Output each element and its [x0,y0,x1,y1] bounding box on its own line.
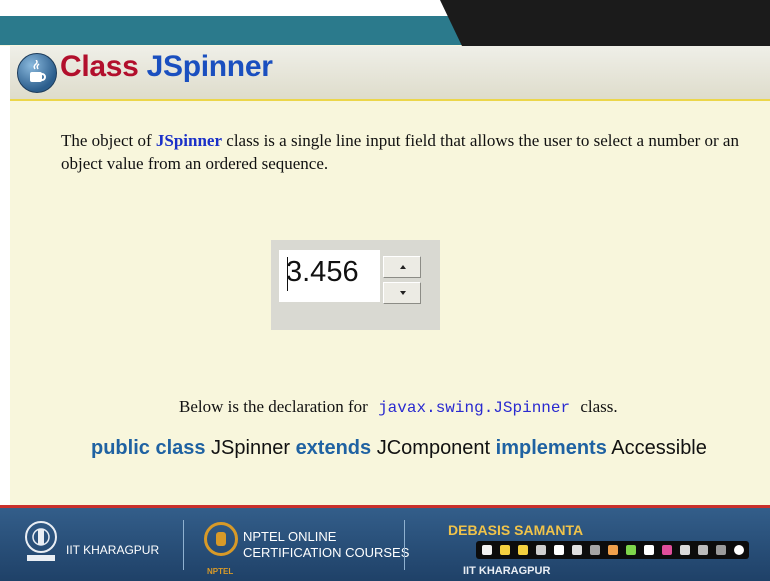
spinner-down-button[interactable] [383,282,421,304]
title-underline [10,99,770,101]
description-text: The object of JSpinner class is a single… [61,129,741,175]
screen-tool-icon[interactable] [716,545,726,555]
nptel-logo-icon [204,522,238,556]
text-caret [287,257,288,291]
signature-parent: JComponent [371,437,496,459]
text-tool-icon[interactable] [590,545,600,555]
presenter-name: DEBASIS SAMANTA [448,522,584,538]
description-start: The object of [61,131,156,150]
annotation-toolbar[interactable] [476,541,749,559]
declaration-line: Below is the declaration for javax.swing… [179,397,618,417]
signature-public-class: public class [91,437,206,459]
nptel-line-1: NPTEL ONLINE [243,529,337,544]
footer-divider-1 [183,520,184,570]
pen-tool-icon[interactable] [500,545,510,555]
marker-tool-icon[interactable] [536,545,546,555]
title-jspinner-word: JSpinner [146,50,273,83]
pointer-tool-icon[interactable] [482,545,492,555]
eraser-tool-icon[interactable] [644,545,654,555]
page-title: Class JSpinner [60,50,273,84]
line-tool-icon[interactable] [680,545,690,555]
signature-interface: Accessible [606,437,707,459]
highlighter-tool-icon[interactable] [518,545,528,555]
declaration-class-name: javax.swing.JSpinner [378,399,571,417]
left-edge [0,46,10,506]
java-logo-icon [17,53,57,93]
orange-pen-icon[interactable] [608,545,618,555]
triangle-down-icon [400,291,406,295]
nptel-line-2: CERTIFICATION COURSES [243,545,410,560]
iit-emblem-icon [25,521,57,561]
signature-implements: implements [495,437,607,459]
green-pen-icon[interactable] [626,545,636,555]
signature-name: JSpinner [205,437,296,459]
spinner-value[interactable]: 3.456 [286,256,359,289]
footer-iit-label: IIT KHARAGPUR [66,543,160,557]
signature-extends: extends [295,437,372,459]
title-class-word: Class [60,50,139,83]
declaration-before: Below is the declaration for [179,397,368,416]
spinner-up-button[interactable] [383,256,421,278]
declaration-after: class. [580,397,618,416]
nptel-small-label: NPTEL [207,567,234,576]
description-highlight: JSpinner [155,131,223,150]
pink-pen-icon[interactable] [662,545,672,555]
close-tool-icon[interactable] [734,545,744,555]
triangle-up-icon [400,265,406,269]
shape-tool-icon[interactable] [572,545,582,555]
class-signature: public class JSpinner extends JComponent… [91,437,707,460]
top-dark-band [440,0,770,46]
footer-divider-2 [404,520,405,570]
dot-tool-icon[interactable] [698,545,708,555]
arrow-tool-icon[interactable] [554,545,564,555]
presenter-org: IIT KHARAGPUR [463,565,551,577]
